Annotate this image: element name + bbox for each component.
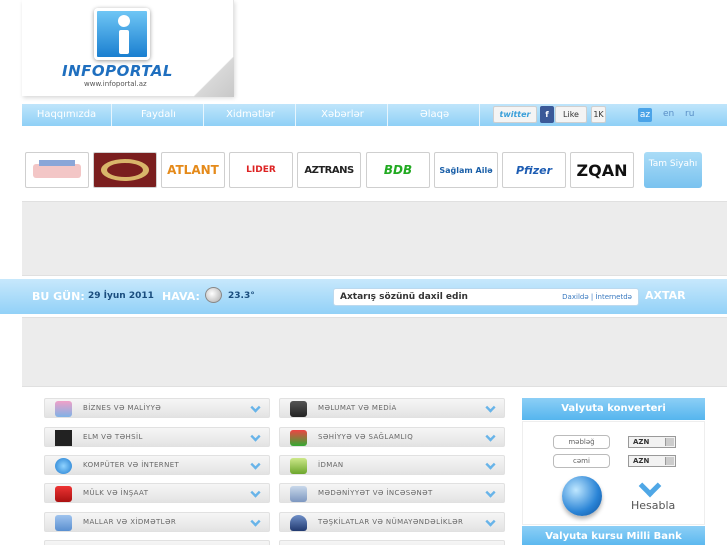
culture-icon [290,486,307,502]
nav-about[interactable]: Haqqımızda [22,104,112,126]
house-icon [55,486,72,502]
twitter-button[interactable]: twitter [493,106,537,123]
main-nav: Haqqımızda Faydalı Xidmətlər Xəbərlər Əl… [22,104,727,126]
amount-field[interactable]: məbləğ [553,435,610,449]
cloud-icon [205,287,222,303]
chevron-down-icon [250,402,261,413]
category-property[interactable]: MÜLK VƏ İNŞAAT [44,483,270,503]
rates-title: Valyuta kursu Milli Bank [522,526,705,545]
sponsor-aztrans[interactable]: AZTRANS [297,152,361,188]
nav-services[interactable]: Xidmətlər [206,104,296,126]
category-label: KOMPÜTER VƏ İNTERNET [83,461,180,469]
tools-icon [55,515,72,531]
category-media[interactable]: MƏLUMAT VƏ MEDİA [279,398,505,418]
search-button[interactable]: AXTAR [645,289,686,302]
chevron-down-icon [250,516,261,527]
all-list-button[interactable]: Tam Siyahı [644,152,702,188]
search-input[interactable]: Axtarış sözünü daxil edin Daxildə | İnte… [333,288,639,306]
category-more-left[interactable] [44,540,270,545]
weather-value: 23.3° [228,291,255,301]
nav-useful[interactable]: Faydalı [114,104,204,126]
category-sport[interactable]: İDMAN [279,455,505,475]
sum-field[interactable]: cəmi [553,454,610,468]
sport-icon [290,458,307,474]
today-label: BU GÜN: [32,290,85,303]
category-label: ELM VƏ TƏHSİL [83,433,143,441]
weather-label: HAVA: [162,290,200,303]
category-label: SƏHİYYƏ VƏ SAĞLAMLIQ [318,433,414,441]
globe-network-icon [562,476,602,516]
chevron-down-icon [485,402,496,413]
category-more-right[interactable] [279,540,505,545]
person-icon [290,515,307,531]
category-label: TƏŞKİLATLAR VƏ NÜMAYƏNDƏLİKLƏR [318,518,464,526]
category-label: MƏLUMAT VƏ MEDİA [318,404,397,412]
category-organizations[interactable]: TƏŞKİLATLAR VƏ NÜMAYƏNDƏLİKLƏR [279,512,505,532]
sponsor-saglam-aile[interactable]: Sağlam Ailə [434,152,498,188]
currency-from-select[interactable]: AZN [628,436,676,448]
chevron-down-icon [485,516,496,527]
chevron-down-icon [250,431,261,442]
chevron-down-icon [250,487,261,498]
category-label: İDMAN [318,461,344,469]
chevron-down-icon [485,459,496,470]
globe-icon [55,458,72,474]
search-placeholder: Axtarış sözünü daxil edin [340,292,468,302]
category-computer[interactable]: KOMPÜTER VƏ İNTERNET [44,455,270,475]
sponsor-logo-1[interactable] [25,152,89,188]
banner-area-bottom [22,317,727,387]
category-label: MALLAR VƏ XİDMƏTLƏR [83,518,177,526]
currency-to-select[interactable]: AZN [628,455,676,467]
sponsor-atlant[interactable]: ATLANT [161,152,225,188]
sponsor-pfizer[interactable]: Pfizer [502,152,566,188]
sponsor-logo-1-icon [33,160,81,178]
calculate-button[interactable]: Hesabla [631,499,675,512]
page-curl [194,57,234,97]
health-kit-icon [290,430,307,446]
category-science[interactable]: ELM VƏ TƏHSİL [44,427,270,447]
facebook-like-button[interactable]: Like [555,106,587,123]
category-culture[interactable]: MƏDƏNİYYƏT VƏ İNCƏSƏNƏT [279,483,505,503]
chevron-down-icon [485,431,496,442]
category-business[interactable]: BİZNES VƏ MALİYYƏ [44,398,270,418]
lang-az[interactable]: az [638,108,652,122]
nav-news[interactable]: Xəbərlər [298,104,388,126]
converter-panel [522,421,705,525]
chevron-down-icon [485,487,496,498]
sponsor-logo-2[interactable] [93,152,157,188]
today-date: 29 İyun 2011 [88,291,154,301]
banner-area-top [22,201,727,276]
category-label: MƏDƏNİYYƏT VƏ İNCƏSƏNƏT [318,489,433,497]
converter-title: Valyuta konverteri [522,398,705,420]
sponsor-logo-2-icon [101,159,149,181]
sponsor-bdb[interactable]: BDB [366,152,430,188]
like-count: 1K [591,106,606,123]
category-label: MÜLK VƏ İNŞAAT [83,489,149,497]
sponsor-lider[interactable]: LIDER [229,152,293,188]
facebook-icon[interactable]: f [540,106,554,123]
chevron-down-icon [250,459,261,470]
category-health[interactable]: SƏHİYYƏ VƏ SAĞLAMLIQ [279,427,505,447]
page: INFOPORTAL www.infoportal.az Haqqımızda … [0,0,727,545]
search-scope-options[interactable]: Daxildə | İnternetdə [562,293,632,301]
graduation-cap-icon [55,430,72,446]
category-label: BİZNES VƏ MALİYYƏ [83,404,162,412]
logo-url: www.infoportal.az [84,80,147,88]
sponsor-zqan[interactable]: ZQAN [570,152,634,188]
all-list-label: Tam Siyahı [648,159,698,169]
logo-card[interactable]: INFOPORTAL www.infoportal.az [22,0,234,97]
logo-text: INFOPORTAL [62,62,173,80]
category-goods[interactable]: MALLAR VƏ XİDMƏTLƏR [44,512,270,532]
lang-ru[interactable]: ru [685,109,694,119]
nav-contact[interactable]: Əlaqə [390,104,480,126]
tv-icon [290,401,307,417]
lang-en[interactable]: en [663,109,674,119]
people-icon [55,401,72,417]
info-logo-icon [94,8,150,60]
